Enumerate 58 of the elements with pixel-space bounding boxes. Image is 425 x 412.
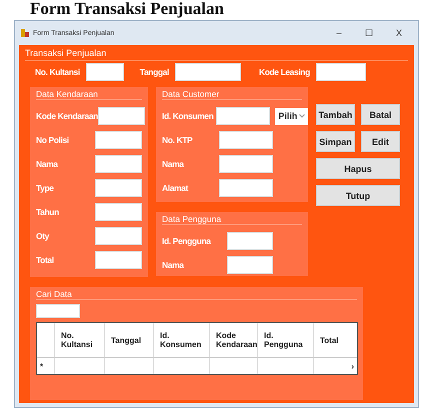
field-label: Type (36, 183, 54, 193)
field-label: Nama (162, 260, 185, 270)
input-field[interactable] (227, 232, 273, 250)
column-header[interactable]: Id. Konsumen (154, 323, 210, 357)
input-field[interactable] (227, 256, 273, 274)
action-button[interactable]: Simpan (316, 131, 355, 152)
group-title: Data Pengguna (162, 214, 302, 225)
field-label: Tanggal (140, 67, 169, 77)
group-title: Data Kendaraan (36, 89, 142, 100)
field-label: Oty (36, 231, 49, 241)
app-icon (21, 29, 29, 37)
scroll-arrow[interactable]: › (351, 362, 354, 370)
input-field[interactable] (219, 179, 273, 197)
action-button[interactable]: Tutup (316, 185, 400, 206)
input-field[interactable] (316, 63, 366, 81)
field-label: Total (36, 255, 54, 265)
field-label: Nama (162, 159, 185, 169)
action-button[interactable]: Edit (361, 131, 400, 152)
window-control[interactable]: ☐ (356, 28, 382, 38)
column-header[interactable]: Total (314, 323, 357, 357)
input-field[interactable] (86, 63, 124, 81)
action-button[interactable]: Tambah (316, 104, 355, 125)
group-title: Data Customer (162, 89, 302, 100)
group-title: Transaksi Penjualan (25, 48, 408, 61)
search-field[interactable] (36, 304, 80, 318)
input-field[interactable] (174, 63, 241, 81)
input-field[interactable] (95, 251, 142, 269)
dropdown[interactable]: Pilih (275, 108, 308, 124)
field-label: No. Kultansi (35, 67, 80, 77)
field-label: Alamat (162, 183, 190, 193)
field-label: No. KTP (162, 135, 194, 145)
column-header[interactable]: Kode Kendaraan (210, 323, 258, 357)
field-label: Nama (36, 159, 58, 169)
input-field[interactable] (95, 155, 142, 173)
field-label: Kode Leasing (258, 67, 310, 77)
input-field[interactable] (98, 107, 145, 125)
field-label: Id. Konsumen (162, 111, 214, 121)
field-label: Tahun (36, 207, 59, 217)
window-control[interactable]: X (386, 28, 412, 38)
input-field[interactable] (95, 203, 142, 221)
chevron-down-icon (299, 114, 306, 118)
input-field[interactable] (219, 155, 273, 173)
column-header[interactable]: No. Kultansi (55, 323, 105, 357)
action-button[interactable]: Hapus (316, 158, 400, 179)
column-header[interactable]: Id. Pengguna (258, 323, 314, 357)
input-field[interactable] (95, 179, 142, 197)
input-field[interactable] (219, 131, 273, 149)
column-header[interactable]: Tanggal (105, 323, 154, 357)
field-label: No Polisi (36, 135, 69, 145)
input-field[interactable] (95, 131, 142, 149)
field-label: Id. Pengguna (162, 236, 212, 246)
page-heading: Form Transaksi Penjualan (29, 0, 225, 20)
field-label: Kode Kendaraan (36, 111, 98, 121)
window-control[interactable]: – (326, 28, 352, 38)
input-field[interactable] (95, 227, 142, 245)
group-title: Cari Data (36, 289, 357, 300)
action-button[interactable]: Batal (361, 104, 400, 125)
input-field[interactable] (216, 107, 270, 125)
